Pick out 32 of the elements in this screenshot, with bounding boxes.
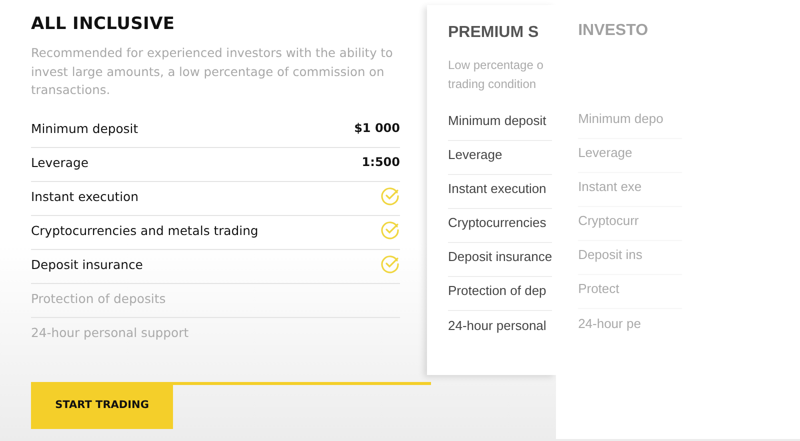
- plan-description: Recommended for experienced investors with the ability to invest large amounts, a low percentage of commission on transactions.: [31, 45, 394, 99]
- check-circle-icon: [380, 220, 400, 240]
- feature-label: Instant exe: [578, 179, 642, 194]
- feature-label: Cryptocurr: [578, 213, 639, 228]
- feature-label: Protect: [578, 281, 620, 296]
- card-title: INVESTO: [578, 22, 650, 41]
- feature-label: Deposit insurance: [31, 256, 143, 272]
- feature-label: Cryptocurrencies: [448, 215, 546, 230]
- feature-value: 1:500: [362, 155, 400, 169]
- feature-label: Minimum deposit: [31, 120, 138, 136]
- check-circle-icon: [380, 254, 400, 274]
- feature-label: Minimum deposit: [448, 113, 546, 128]
- feature-label: Protection of dep: [448, 283, 546, 298]
- feature-value: $1 000: [354, 121, 400, 135]
- feature-label: 24-hour personal: [448, 318, 546, 332]
- feature-label: Leverage: [31, 154, 88, 170]
- feature-label: 24-hour pe: [578, 316, 641, 330]
- check-circle-icon: [380, 186, 400, 206]
- plan-title: ALL INCLUSIVE: [31, 14, 176, 36]
- feature-label: Instant execution: [31, 188, 138, 204]
- card-description: Low percentage o trading condition: [448, 58, 544, 91]
- feature-label: Instant execution: [448, 181, 546, 196]
- start-trading-button[interactable]: START TRADING: [31, 382, 173, 428]
- card-title: PREMIUM S: [448, 24, 540, 43]
- feature-label: Deposit insurance: [448, 249, 552, 264]
- feature-label: 24-hour personal support: [31, 325, 189, 340]
- feature-label: Leverage: [578, 145, 632, 160]
- feature-label: Deposit ins: [578, 247, 642, 262]
- feature-label: Minimum depo: [578, 111, 664, 126]
- feature-label: Protection of deposits: [31, 290, 166, 306]
- feature-label: Leverage: [448, 147, 502, 162]
- feature-label: Cryptocurrencies and metals trading: [31, 222, 258, 238]
